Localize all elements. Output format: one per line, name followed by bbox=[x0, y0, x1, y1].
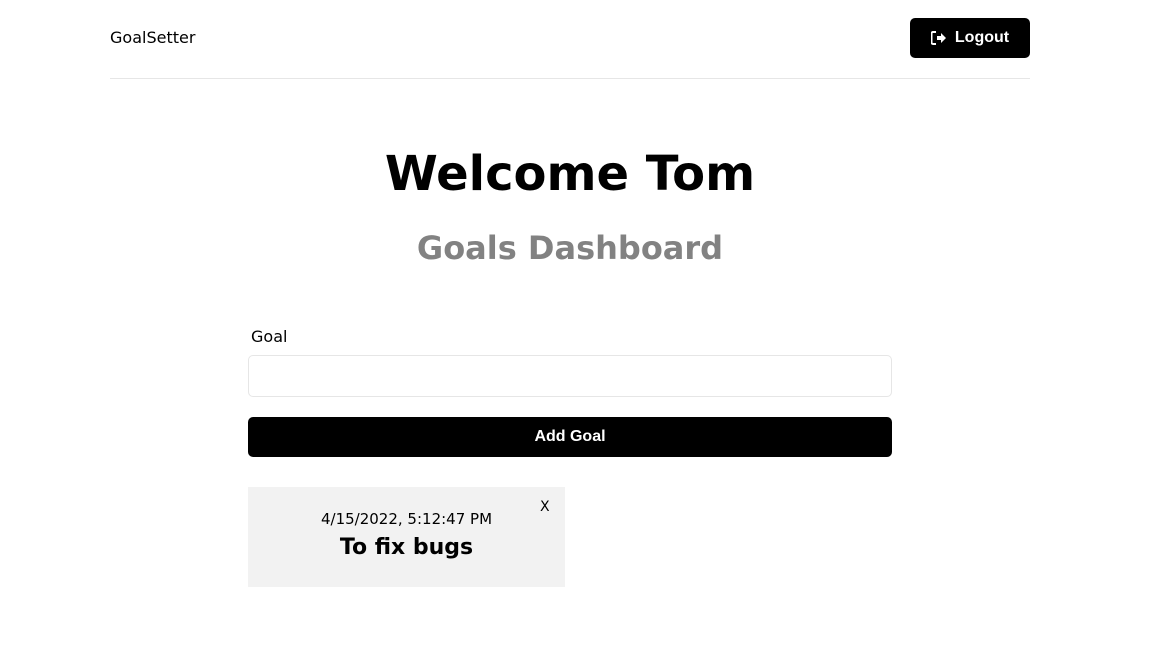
goal-input[interactable] bbox=[248, 355, 892, 397]
logout-label: Logout bbox=[954, 29, 1010, 46]
goal-label: Goal bbox=[251, 327, 288, 346]
goal-text: To fix bugs bbox=[339, 535, 474, 560]
add-goal-button[interactable]: Add Goal bbox=[248, 417, 892, 457]
goal-card: 4/15/2022, 5:12:47 PM To fix bugs X bbox=[248, 487, 565, 587]
delete-goal-button[interactable]: X bbox=[540, 499, 550, 515]
header: GoalSetter Logout bbox=[110, 0, 1030, 79]
welcome-heading: Welcome Tom bbox=[384, 146, 756, 202]
logout-button[interactable]: Logout bbox=[910, 18, 1030, 58]
goal-date: 4/15/2022, 5:12:47 PM bbox=[320, 510, 493, 528]
brand-link[interactable]: GoalSetter bbox=[110, 28, 195, 47]
sign-out-icon bbox=[930, 31, 947, 45]
page-subtitle: Goals Dashboard bbox=[416, 229, 724, 267]
